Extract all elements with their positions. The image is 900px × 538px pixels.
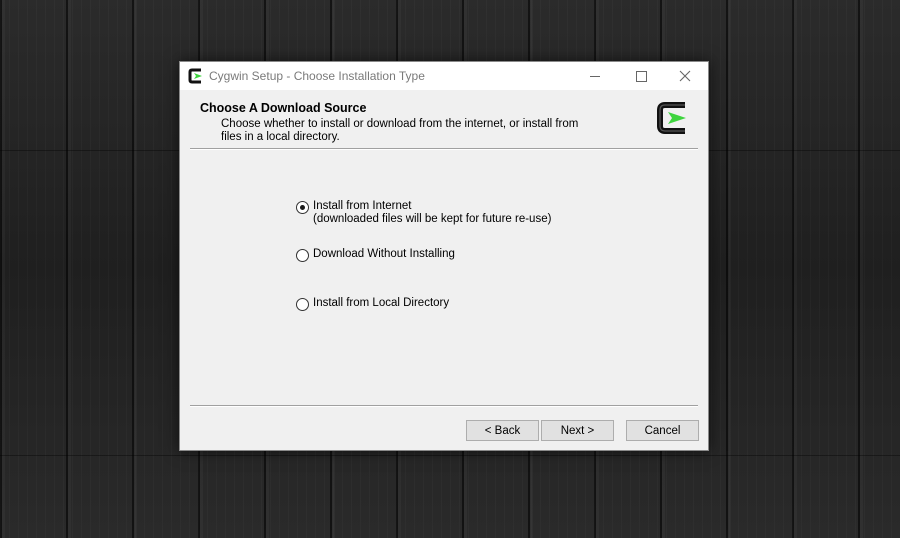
maximize-icon	[635, 70, 647, 82]
close-icon	[679, 70, 691, 82]
radio-install-from-internet[interactable]	[296, 201, 309, 214]
option-label: Install from Internet	[313, 200, 412, 212]
option-install-from-internet[interactable]: Install from Internet (downloaded files …	[296, 200, 551, 226]
minimize-button[interactable]	[572, 62, 618, 90]
option-label: Install from Local Directory	[313, 297, 450, 309]
header-divider	[190, 148, 698, 150]
option-download-without-installing[interactable]: Download Without Installing	[296, 248, 455, 262]
title-bar[interactable]: Cygwin Setup - Choose Installation Type	[180, 62, 708, 90]
setup-window: Cygwin Setup - Choose Installation Type …	[179, 61, 709, 451]
option-sublabel: (downloaded files will be kept for futur…	[313, 213, 552, 225]
option-install-from-local-directory[interactable]: Install from Local Directory	[296, 297, 449, 311]
cancel-button[interactable]: Cancel	[626, 420, 699, 441]
cygwin-logo-icon	[188, 68, 202, 84]
maximize-button[interactable]	[618, 62, 664, 90]
radio-download-without-installing[interactable]	[296, 249, 309, 262]
window-title: Cygwin Setup - Choose Installation Type	[209, 69, 425, 83]
footer-divider	[190, 405, 698, 407]
option-label: Download Without Installing	[313, 248, 455, 260]
next-button[interactable]: Next >	[541, 420, 614, 441]
page-description: Choose whether to install or download fr…	[221, 118, 579, 143]
close-button[interactable]	[662, 62, 708, 90]
radio-install-from-local-directory[interactable]	[296, 298, 309, 311]
desk-seam	[0, 455, 900, 456]
wizard-header: Choose A Download Source Choose whether …	[180, 90, 708, 148]
page-title: Choose A Download Source	[200, 101, 367, 115]
cygwin-logo-icon	[657, 102, 686, 134]
back-button[interactable]: < Back	[466, 420, 539, 441]
minimize-icon	[590, 75, 600, 77]
